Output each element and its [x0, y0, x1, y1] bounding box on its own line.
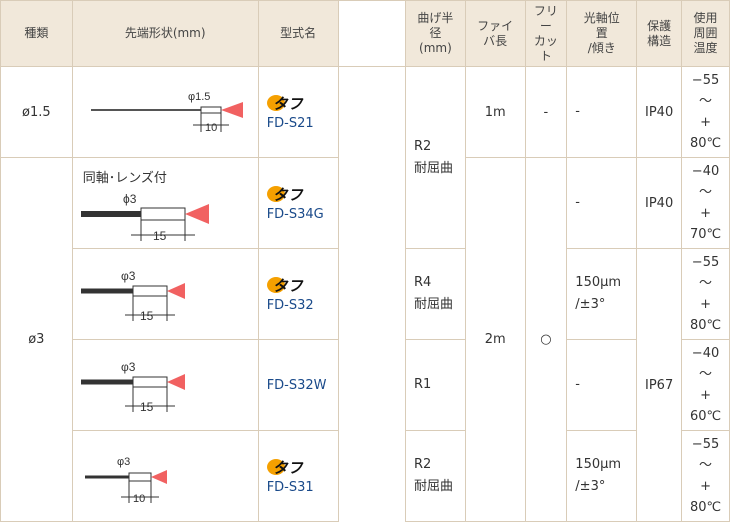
protection-cell: IP40 — [636, 157, 683, 249]
tip-shape-cell: 同軸･レンズ付 ϕ3 15 — [71, 157, 259, 249]
header-tip-shape: 先端形状(mm) — [71, 0, 259, 67]
fiber-length-cell: 2m — [464, 157, 526, 522]
header-blank — [337, 0, 406, 67]
temp-cell: −55 〜 +80℃ — [681, 66, 730, 158]
tip-drawing: φ3 15 — [80, 269, 185, 323]
diameter-label: ϕ3 — [123, 192, 137, 206]
protection-cell: IP67 — [636, 248, 683, 522]
optical-axis-cell: - — [566, 157, 638, 249]
model-cell: タフ FD-S32 — [257, 248, 339, 340]
header-type: 種類 — [0, 0, 73, 67]
dimension-label: 15 — [140, 309, 154, 323]
fiber-spec-table: 種類 先端形状(mm) 型式名 曲げ半 径 (mm) ファイ バ長 フリ ー カ… — [0, 0, 730, 522]
lens-note: 同軸･レンズ付 — [82, 171, 167, 186]
tip-drawing: φ3 10 — [84, 456, 167, 505]
bend-cell: R1 — [405, 339, 466, 431]
protection-cell: IP40 — [636, 66, 683, 158]
header-row: 種類 先端形状(mm) 型式名 曲げ半 径 (mm) ファイ バ長 フリ ー カ… — [0, 0, 730, 67]
dimension-label: 10 — [133, 493, 145, 505]
temp-cell: −40 〜 +70℃ — [681, 157, 730, 249]
type-cell: ø1.5 — [0, 66, 73, 158]
free-cut-cell: ○ — [524, 157, 568, 522]
tip-drawing: φ1.5 10 — [90, 91, 243, 134]
optical-axis-cell: 150μm/±3° — [566, 430, 638, 522]
optical-axis-cell: - — [566, 66, 638, 158]
optical-axis-cell: 150μm/±3° — [566, 248, 638, 340]
fiber-length-cell: 1m — [464, 66, 526, 158]
model-cell: FD-S32W — [257, 339, 339, 431]
header-free-cut: フリ ー カッ ト — [524, 0, 568, 67]
dimension-label: 15 — [153, 229, 167, 243]
model-cell: タフ FD-S34G — [257, 157, 339, 249]
type-cell: ø3 — [0, 157, 73, 522]
header-temp: 使用 周囲 温度 — [681, 0, 730, 67]
header-protection: 保護 構造 — [636, 0, 683, 67]
bend-cell: R2 耐屈曲 — [405, 430, 466, 522]
tuf-logo: タフ — [266, 276, 313, 295]
model-cell: タフ FD-S31 — [257, 430, 339, 522]
diameter-label: φ3 — [121, 269, 136, 283]
diameter-label: φ3 — [121, 360, 136, 374]
tuf-logo: タフ — [266, 94, 313, 113]
header-bend-radius: 曲げ半 径 (mm) — [405, 0, 466, 67]
tip-shape-cell: φ3 10 — [71, 430, 259, 522]
bend-cell: R2 耐屈曲 — [405, 66, 466, 249]
header-model: 型式名 — [257, 0, 339, 67]
tip-shape-cell: φ3 15 — [71, 248, 259, 340]
diameter-label: φ1.5 — [188, 91, 210, 103]
bend-cell: R4 耐屈曲 — [405, 248, 466, 340]
dimension-label: 10 — [205, 122, 217, 134]
table-row: ø1.5 φ1.5 10 タフ FD-S21 R2 耐屈曲 1m - - IP4… — [0, 66, 730, 522]
tuf-logo: タフ — [266, 458, 313, 477]
optical-axis-cell: - — [566, 339, 638, 431]
tuf-logo: タフ — [266, 185, 313, 204]
header-optical-axis: 光軸位 置 /傾き — [566, 0, 638, 67]
free-cut-cell: - — [524, 66, 568, 158]
tip-drawing: φ3 15 — [80, 360, 185, 414]
tip-shape-cell: φ3 15 — [71, 339, 259, 431]
temp-cell: −55 〜 +80℃ — [681, 248, 730, 340]
diameter-label: φ3 — [117, 456, 130, 468]
temp-cell: −40 〜 +60℃ — [681, 339, 730, 431]
model-cell: タフ FD-S21 — [257, 66, 339, 158]
header-fiber-length: ファイ バ長 — [464, 0, 526, 67]
tip-shape-cell: φ1.5 10 — [71, 66, 259, 158]
temp-cell: −55 〜 +80℃ — [681, 430, 730, 522]
dimension-label: 15 — [140, 400, 154, 414]
blank-column — [337, 66, 406, 522]
